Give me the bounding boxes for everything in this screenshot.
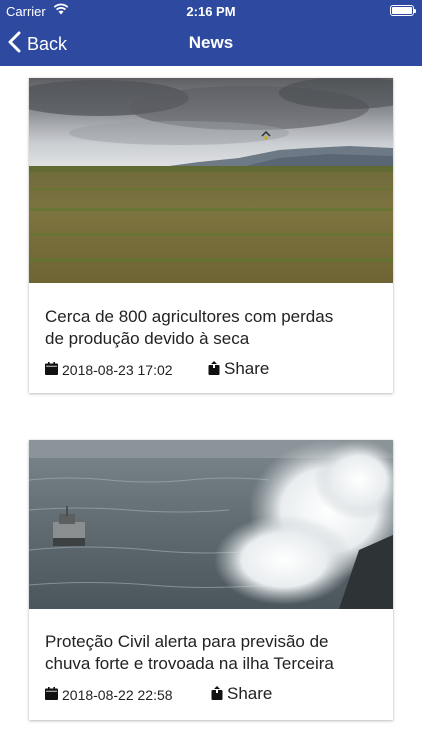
news-card[interactable]: Proteção Civil alerta para previsão de c… [29, 440, 393, 720]
article-date: 2018-08-23 17:02 [45, 362, 173, 378]
article-headline[interactable]: Cerca de 800 agricultores com perdas de … [45, 306, 379, 350]
status-bar: Carrier 2:16 PM [0, 0, 422, 22]
article-date: 2018-08-22 22:58 [45, 687, 173, 703]
calendar-icon [45, 687, 58, 703]
battery-icon [390, 5, 416, 16]
headline-line: Cerca de 800 agricultores com perdas [45, 307, 334, 326]
news-card[interactable]: Cerca de 800 agricultores com perdas de … [29, 78, 393, 393]
share-label: Share [227, 684, 273, 703]
article-meta: 2018-08-22 22:58 Share [45, 684, 379, 706]
article-date-text: 2018-08-23 17:02 [62, 362, 173, 378]
share-button[interactable]: Share [208, 359, 269, 379]
share-button[interactable]: Share [211, 684, 272, 704]
calendar-icon [45, 362, 58, 378]
page-title: News [188, 33, 234, 52]
share-icon [208, 360, 220, 378]
navigation-bar: Back News [0, 22, 422, 66]
headline-line: de produção devido à seca [45, 329, 250, 348]
article-date-text: 2018-08-22 22:58 [62, 687, 173, 703]
news-feed[interactable]: Cerca de 800 agricultores com perdas de … [0, 66, 422, 750]
clock: 2:16 PM [186, 4, 236, 19]
headline-line: chuva forte e trovoada na ilha Terceira [45, 654, 334, 673]
article-image [29, 440, 393, 609]
share-icon [211, 685, 223, 703]
share-label: Share [224, 359, 270, 378]
article-headline[interactable]: Proteção Civil alerta para previsão de c… [45, 631, 379, 675]
article-meta: 2018-08-23 17:02 Share [45, 359, 379, 381]
article-image [29, 78, 393, 283]
headline-line: Proteção Civil alerta para previsão de [45, 632, 329, 651]
